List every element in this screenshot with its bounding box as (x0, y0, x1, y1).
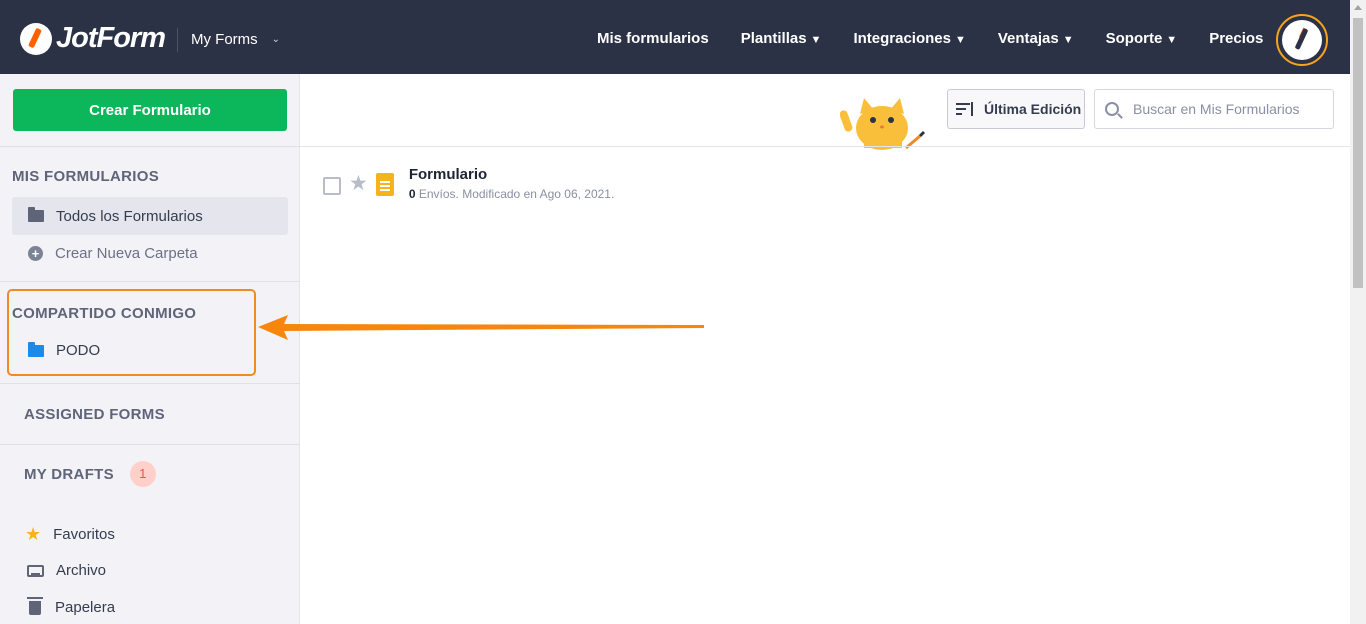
form-meta: 0 Envíos. Modificado en Ago 06, 2021. (409, 187, 615, 201)
brand-name: JotForm (56, 22, 166, 54)
chevron-down-icon: ⌄ (271, 34, 281, 45)
my-drafts-section-title[interactable]: MY DRAFTS 1 (24, 461, 156, 487)
plus-circle-icon: + (28, 246, 43, 261)
jotform-logo[interactable]: JotForm (20, 22, 166, 55)
sort-last-edited-button[interactable]: Última Edición (947, 89, 1085, 129)
nav-plantillas[interactable]: Plantillas ▼ (741, 30, 822, 47)
create-new-folder-button[interactable]: + Crear Nueva Carpeta (28, 245, 198, 262)
caret-down-icon: ▼ (1062, 34, 1074, 46)
cat-mascot-illustration (840, 98, 926, 150)
caret-down-icon: ▼ (810, 34, 822, 46)
search-icon (1105, 102, 1119, 116)
nav-soporte[interactable]: Soporte ▼ (1106, 30, 1178, 47)
star-icon: ★ (25, 524, 42, 544)
sidebar-item-archive[interactable]: Archivo (27, 562, 106, 579)
form-list-item[interactable]: ★ Formulario 0 Envíos. Modificado en Ago… (323, 166, 614, 201)
toolbar-divider (300, 146, 1350, 147)
sidebar-item-trash[interactable]: Papelera (27, 596, 115, 616)
folder-icon (28, 207, 44, 222)
favorite-star-icon[interactable]: ★ (349, 171, 368, 196)
nav-precios[interactable]: Precios (1209, 30, 1263, 47)
sidebar-item-favorites[interactable]: ★ Favoritos (25, 524, 115, 545)
form-meta-text: Envíos. Modificado en Ago 06, 2021. (415, 187, 615, 201)
nav-mis-formularios[interactable]: Mis formularios (597, 30, 709, 47)
divider (0, 383, 300, 384)
form-select-checkbox[interactable] (323, 177, 341, 195)
form-title[interactable]: Formulario (409, 166, 615, 183)
user-avatar[interactable] (1276, 14, 1328, 66)
drafts-count-badge: 1 (129, 461, 156, 487)
my-forms-dropdown[interactable]: My Forms ⌄ (191, 31, 280, 48)
scroll-up-arrow-icon[interactable] (1354, 5, 1362, 10)
divider (0, 281, 300, 282)
page-scrollbar[interactable] (1350, 0, 1366, 624)
archive-tray-icon (27, 564, 44, 577)
my-forms-label: My Forms (191, 31, 258, 48)
avatar-pencil-icon (1282, 20, 1322, 60)
top-navbar: JotForm My Forms ⌄ Mis formularios Plant… (0, 0, 1350, 74)
my-forms-section-title: MIS FORMULARIOS (12, 168, 159, 185)
divider (0, 444, 300, 445)
form-document-icon (375, 173, 394, 196)
submission-count: 0 (408, 187, 416, 201)
caret-down-icon: ▼ (1166, 34, 1178, 46)
nav-integraciones[interactable]: Integraciones ▼ (853, 30, 965, 47)
jotform-logo-icon (20, 22, 52, 55)
sidebar-item-all-forms[interactable]: Todos los Formularios (12, 197, 288, 235)
form-info: Formulario 0 Envíos. Modificado en Ago 0… (409, 166, 615, 201)
trash-icon (27, 596, 43, 615)
nav-ventajas[interactable]: Ventajas ▼ (998, 30, 1074, 47)
divider (0, 146, 300, 147)
highlight-annotation-box (7, 289, 256, 376)
sort-icon (956, 101, 976, 117)
main-nav: Mis formularios Plantillas ▼ Integracione… (597, 30, 1295, 47)
scrollbar-thumb[interactable] (1353, 18, 1363, 288)
search-forms-input[interactable]: Buscar en Mis Formularios (1094, 89, 1334, 129)
caret-down-icon: ▼ (954, 34, 966, 46)
arrow-annotation (258, 315, 704, 340)
nav-divider (177, 28, 178, 52)
assigned-forms-section-title[interactable]: ASSIGNED FORMS (24, 406, 165, 423)
create-form-button[interactable]: Crear Formulario (13, 89, 287, 131)
